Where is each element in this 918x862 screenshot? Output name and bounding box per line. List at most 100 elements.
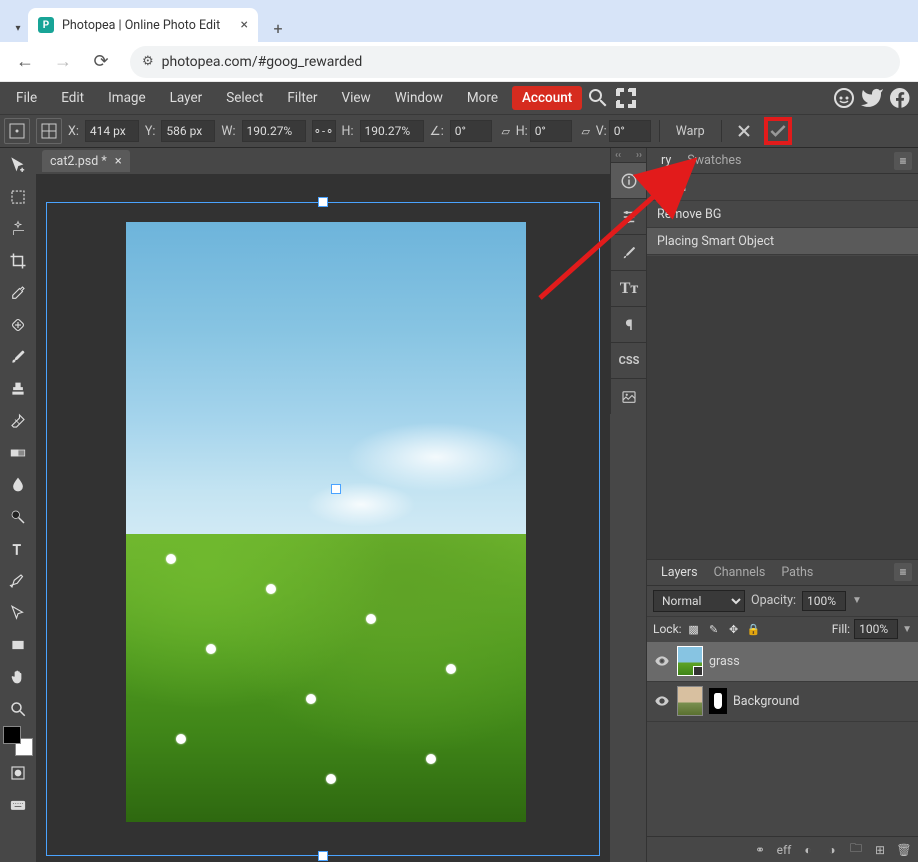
skew-v-input[interactable] — [609, 120, 651, 142]
lock-all-icon[interactable]: 🔒 — [746, 621, 762, 637]
eye-icon[interactable] — [653, 652, 671, 670]
close-icon[interactable]: × — [241, 17, 248, 33]
close-icon[interactable]: × — [115, 154, 122, 169]
pen-tool[interactable] — [3, 566, 33, 596]
history-item[interactable]: Remove BG — [647, 201, 918, 228]
h-input[interactable] — [360, 120, 424, 142]
folder-icon[interactable]: 🗀 — [848, 842, 864, 858]
panel-menu-icon[interactable]: ≡ — [894, 563, 912, 581]
marquee-tool[interactable] — [3, 182, 33, 212]
hand-tool[interactable] — [3, 662, 33, 692]
lock-move-icon[interactable]: ✥ — [726, 621, 742, 637]
transform-handle-center[interactable] — [331, 484, 341, 494]
move-tool[interactable]: + — [3, 150, 33, 180]
lock-paint-icon[interactable]: ✎ — [706, 621, 722, 637]
skew-h-input[interactable] — [530, 120, 572, 142]
keyboard-icon[interactable] — [3, 790, 33, 820]
layer-effects-icon[interactable]: eff — [776, 842, 792, 858]
url-bar[interactable]: ⚙ photopea.com/#goog_rewarded — [130, 46, 900, 78]
eraser-tool[interactable] — [3, 406, 33, 436]
chevron-down-icon[interactable]: ▼ — [852, 595, 862, 606]
quickmask-tool[interactable] — [3, 758, 33, 788]
zoom-tool[interactable] — [3, 694, 33, 724]
twitter-icon[interactable] — [860, 86, 884, 110]
layer-thumb[interactable] — [677, 646, 703, 676]
tab-swatches[interactable]: Swatches — [679, 149, 749, 172]
adjustment-layer-icon[interactable]: ◑ — [824, 842, 840, 858]
menu-account[interactable]: Account — [512, 86, 582, 110]
back-button[interactable]: ← — [8, 45, 42, 79]
blend-mode-select[interactable]: Normal — [653, 590, 745, 612]
menu-filter[interactable]: Filter — [277, 86, 327, 110]
transform-handle-top[interactable] — [318, 197, 328, 207]
w-input[interactable] — [242, 120, 306, 142]
blur-tool[interactable] — [3, 470, 33, 500]
confirm-transform-button[interactable] — [764, 117, 792, 145]
menu-edit[interactable]: Edit — [51, 86, 94, 110]
facebook-icon[interactable] — [888, 86, 912, 110]
site-settings-icon[interactable]: ⚙ — [142, 54, 154, 69]
dodge-tool[interactable] — [3, 502, 33, 532]
paragraph-panel-icon[interactable]: ¶ — [611, 306, 647, 342]
character-panel-icon[interactable]: Tᴛ — [611, 270, 647, 306]
gallery-panel-icon[interactable] — [611, 378, 647, 414]
history-item[interactable]: Placing Smart Object — [647, 228, 918, 255]
layer-mask-thumb[interactable] — [709, 688, 727, 714]
tab-history[interactable]: ry — [653, 149, 679, 172]
warp-button[interactable]: Warp — [668, 124, 713, 139]
menu-view[interactable]: View — [332, 86, 381, 110]
mask-icon[interactable]: ◐ — [800, 842, 816, 858]
type-tool[interactable]: T — [3, 534, 33, 564]
crop-tool[interactable] — [3, 246, 33, 276]
reload-button[interactable]: ⟳ — [84, 45, 118, 79]
trash-icon[interactable]: 🗑 — [896, 842, 912, 858]
chevron-down-icon[interactable]: ▼ — [902, 624, 912, 635]
brush-panel-icon[interactable] — [611, 234, 647, 270]
info-panel-icon[interactable] — [611, 162, 647, 198]
eyedropper-tool[interactable] — [3, 278, 33, 308]
canvas[interactable] — [36, 174, 610, 862]
new-layer-icon[interactable]: ⊞ — [872, 842, 888, 858]
tab-channels[interactable]: Channels — [706, 561, 774, 584]
layer-name[interactable]: Background — [733, 694, 799, 709]
new-tab-button[interactable]: + — [264, 14, 292, 42]
x-input[interactable] — [85, 120, 139, 142]
menu-image[interactable]: Image — [98, 86, 156, 110]
color-swatches[interactable] — [3, 726, 33, 756]
reddit-icon[interactable] — [832, 86, 856, 110]
gradient-tool[interactable] — [3, 438, 33, 468]
document-tab[interactable]: cat2.psd * × — [42, 150, 130, 172]
tab-paths[interactable]: Paths — [773, 561, 821, 584]
menu-window[interactable]: Window — [385, 86, 453, 110]
layer-thumb[interactable] — [677, 686, 703, 716]
fill-input[interactable] — [854, 619, 898, 639]
menu-more[interactable]: More — [457, 86, 508, 110]
y-input[interactable] — [161, 120, 215, 142]
lock-transparency-icon[interactable]: ▩ — [686, 621, 702, 637]
fullscreen-icon[interactable] — [614, 86, 638, 110]
menu-layer[interactable]: Layer — [160, 86, 213, 110]
history-item[interactable]: Open — [647, 174, 918, 201]
layer-row[interactable]: Background — [647, 682, 918, 722]
grid-icon[interactable] — [36, 118, 62, 144]
link-layers-icon[interactable]: ⚭ — [752, 842, 768, 858]
scroll-right-icon[interactable]: ›› — [636, 150, 642, 161]
menu-file[interactable]: File — [6, 86, 47, 110]
wand-tool[interactable] — [3, 214, 33, 244]
layer-name[interactable]: grass — [709, 654, 740, 669]
css-panel-icon[interactable]: CSS — [611, 342, 647, 378]
path-select-tool[interactable] — [3, 598, 33, 628]
transform-handle-bottom[interactable] — [318, 851, 328, 861]
shape-tool[interactable] — [3, 630, 33, 660]
layer-row-selected[interactable]: grass — [647, 642, 918, 682]
eye-icon[interactable] — [653, 692, 671, 710]
panel-menu-icon[interactable]: ≡ — [894, 152, 912, 170]
menu-select[interactable]: Select — [216, 86, 273, 110]
heal-tool[interactable] — [3, 310, 33, 340]
forward-button[interactable]: → — [46, 45, 80, 79]
tabs-dropdown-icon[interactable]: ▾ — [8, 14, 28, 42]
transform-ref-icon[interactable] — [4, 118, 30, 144]
brush-tool[interactable] — [3, 342, 33, 372]
link-wh-icon[interactable]: ⚬-⚬ — [312, 120, 336, 142]
tab-layers[interactable]: Layers — [653, 561, 706, 584]
